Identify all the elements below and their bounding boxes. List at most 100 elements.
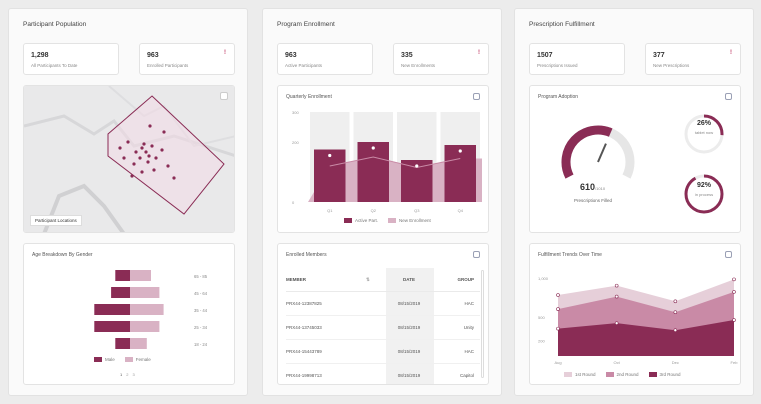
panel-title: Prescription Fulfillment [529,21,595,28]
map-point [160,148,164,152]
kpi-value: 1507 [537,52,553,59]
gauge-needle [597,143,607,163]
kpi-label: Prescriptions Issued [537,63,578,68]
alert-icon: ! [730,50,732,56]
ring2-pct: 92% [696,182,711,189]
trend-point [614,321,619,325]
header-group[interactable]: GROUP [432,277,480,282]
header-date[interactable]: DATE [386,277,432,282]
point-active [458,149,462,153]
legend-female: Female [124,357,151,363]
bar-female [130,338,147,349]
cell-date: 08/15/2019 [397,301,421,306]
bar-male [115,338,130,349]
y-tick: 200 [538,338,545,343]
trend-point [673,328,678,332]
table-row[interactable]: PRX44-13745033 08/15/2019 Unity [286,316,480,340]
kpi-label: New Prescriptions [653,63,690,68]
x-tick: Feb [731,360,739,365]
trend-point [673,299,678,304]
bar-active [444,145,476,202]
point-active [415,164,419,168]
legend-round3: 3rd Round [648,372,681,378]
bar-male [115,270,130,281]
age-label: 35 - 44 [194,308,208,313]
enrollment-legend: Active Part. New Enrollment [344,218,431,224]
map-point [152,168,156,172]
map-point [162,130,166,134]
prescription-fulfillment-panel: Prescription Fulfillment 1507 Prescripti… [514,8,754,396]
header-member[interactable]: MEMBER [286,277,366,282]
enrolled-members-card: Enrolled Members MEMBER ⇅ DATE GROUP PRX… [277,243,489,385]
age-legend: Male Female [94,357,151,363]
fulfillment-trend-chart: 1,000 500 200 Aug Oct Dec Feb [538,276,739,365]
age-label: 45 - 64 [194,291,208,296]
cell-group: HAC [464,301,474,306]
bar-female [130,304,164,315]
bar-male [94,321,130,332]
kpi-prescriptions-issued[interactable]: 1507 Prescriptions Issued [529,43,625,75]
trend-point [556,307,560,311]
x-tick: Q3 [414,208,420,213]
fulfillment-trends-card: Fulfillment Trends Over Time 1,000 500 200… [529,243,741,385]
ring2-label: in process [694,192,714,197]
card-title: Enrolled Members [286,252,327,258]
table-scrollbar[interactable] [481,270,484,378]
kpi-all-participants[interactable]: 1,298 All Participants To Date [23,43,119,75]
pager[interactable]: 1 2 3 [120,372,135,377]
legend-new: New Enrollment [388,218,431,224]
trend-point [556,326,560,331]
page-2[interactable]: 2 [126,372,128,377]
bar-male [111,287,130,298]
menu-icon[interactable] [473,251,480,258]
trend-point [556,293,560,297]
cell-date: 08/15/2019 [397,373,421,378]
gauge-value: 610/1010 [580,182,606,192]
age-label: 65 - 85 [194,274,208,279]
expand-icon[interactable] [220,92,228,100]
ring1-label: tablet now [694,130,714,135]
x-tick: Q1 [327,208,333,213]
cell-group: Capitol [459,373,474,378]
map-point [134,150,138,154]
x-tick: Q4 [458,208,464,213]
alert-icon: ! [478,50,480,56]
table-row[interactable]: PRX44-12387825 08/15/2019 HAC [286,292,480,316]
kpi-enrolled-participants[interactable]: 963 Enrolled Participants ! [139,43,235,75]
sort-icon[interactable]: ⇅ [366,277,386,283]
program-enrollment-panel: Program Enrollment 963 Active Participan… [262,8,502,396]
y-tick: 1,000 [538,276,549,281]
panel-title: Participant Population [23,21,87,28]
cell-member: PRX44-15443789 [286,349,322,354]
table-row[interactable]: PRX44-19998713 08/15/2019 Capitol [286,364,480,384]
table-row[interactable]: PRX44-15443789 08/15/2019 HAC [286,340,480,364]
legend-active: Active Part. [344,218,378,224]
bar-active [314,149,346,202]
gauge-fill [561,125,613,179]
age-label: 18 - 24 [194,342,208,347]
map-point [172,176,176,180]
page-3[interactable]: 3 [132,372,134,377]
quarterly-enrollment-card: Quarterly Enrollment 300 200 0 Q1 Q2 Q3 Q4 Act… [277,85,489,233]
trend-point [732,277,736,282]
trend-point [732,318,736,322]
map-point [166,164,170,168]
map-point [147,154,151,158]
kpi-new-prescriptions[interactable]: 377 New Prescriptions ! [645,43,741,75]
participant-map[interactable]: Participant Locations [23,85,235,233]
y-tick: 0 [292,200,295,205]
trend-point [614,283,619,288]
kpi-label: Enrolled Participants [147,63,189,68]
page-1[interactable]: 1 [120,372,122,377]
kpi-new-enrollments[interactable]: 335 New Enrollments ! [393,43,489,75]
gauge-sublabel: Prescriptions Filled [574,198,613,203]
map-point [146,160,150,164]
x-tick: Oct [614,360,621,365]
panel-title: Program Enrollment [277,21,335,28]
x-tick: Q2 [371,208,377,213]
program-adoption-card: Program Adoption 610/1010 Prescriptions … [529,85,741,233]
bar-female [130,321,160,332]
kpi-active-participants[interactable]: 963 Active Participants [277,43,373,75]
trend-point [614,294,619,299]
bar-active [357,142,389,202]
